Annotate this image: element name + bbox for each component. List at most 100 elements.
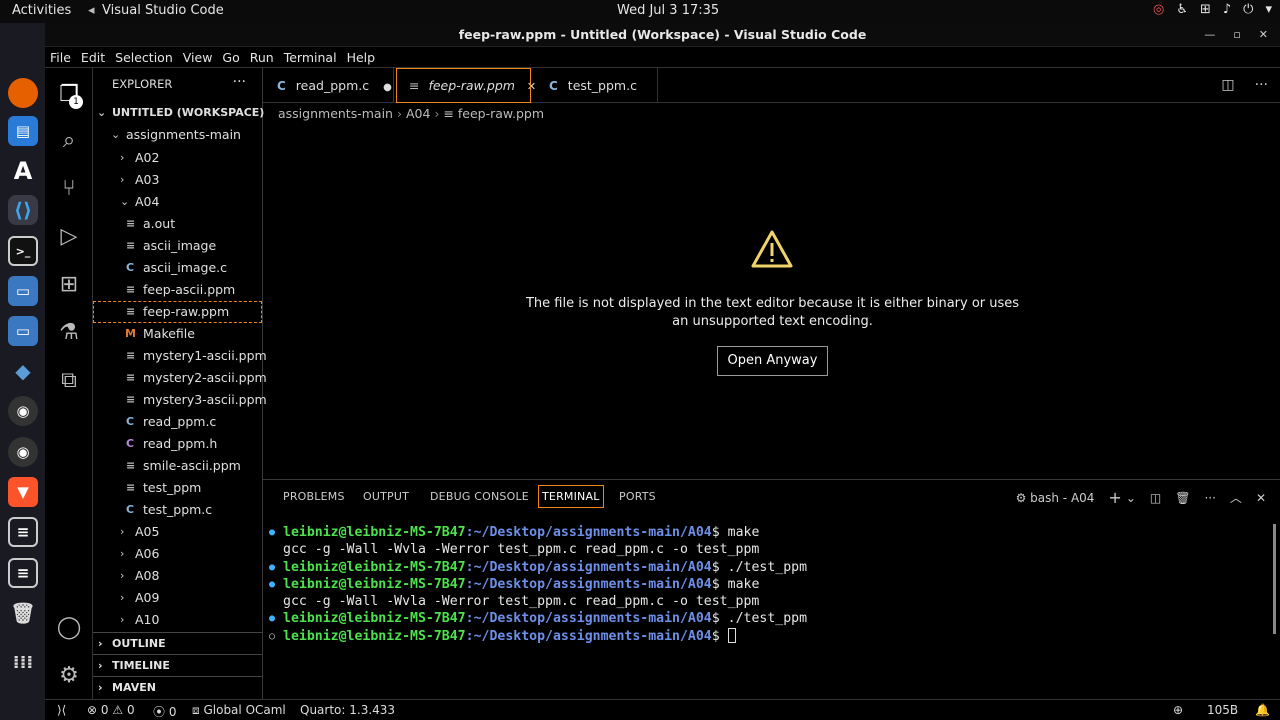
chevron-down-icon[interactable]: ▾	[1265, 2, 1272, 17]
breadcrumb-item[interactable]: A04	[406, 106, 430, 121]
tab-output[interactable]: OUTPUT	[363, 490, 409, 503]
outline-section[interactable]: › OUTLINE	[93, 632, 262, 654]
network-icon[interactable]: ⊞	[1200, 2, 1211, 17]
app-grid-icon[interactable]: ⁞⁞⁞	[8, 647, 38, 677]
vscode-icon[interactable]: ⟨⟩	[8, 195, 38, 225]
clock[interactable]: Wed Jul 3 17:35	[617, 3, 719, 18]
file-row[interactable]: Cascii_image.c	[93, 257, 262, 279]
menu-go[interactable]: Go	[222, 47, 245, 67]
tab-terminal[interactable]: TERMINAL	[538, 485, 604, 508]
file-row[interactable]: ≡ smile-ascii.ppm	[93, 455, 262, 477]
database-icon[interactable]: ≡	[8, 517, 38, 547]
file-size[interactable]: 105B	[1207, 703, 1238, 717]
tab-ports[interactable]: PORTS	[619, 490, 656, 503]
terminal-selector[interactable]: ⚙ bash - A04	[1016, 491, 1095, 505]
trash-icon[interactable]: 🗑	[1175, 491, 1190, 505]
database-icon-2[interactable]: ≡	[8, 558, 38, 588]
tab-feep-raw-ppm[interactable]: ≡ feep-raw.ppm ✕	[396, 68, 536, 103]
terminal-scrollbar[interactable]	[1273, 524, 1276, 634]
ocaml-switch[interactable]: ⧈ Global OCaml	[192, 703, 286, 718]
maximize-icon[interactable]: ▫	[1233, 23, 1240, 47]
folder-a06[interactable]: › A06	[93, 543, 262, 565]
screen-record-icon[interactable]: ◎	[1153, 2, 1164, 17]
open-anyway-button[interactable]: Open Anyway	[716, 346, 829, 376]
file-row[interactable]: M Makefile	[93, 323, 262, 345]
folder-a02[interactable]: › A02	[93, 147, 262, 169]
folder-a09[interactable]: › A09	[93, 587, 262, 609]
more-actions-icon[interactable]: ···	[1204, 491, 1215, 505]
terminal-icon[interactable]: >_	[8, 236, 38, 266]
problems-indicator[interactable]: ⊗ 0 ⚠ 0	[87, 703, 135, 717]
menu-run[interactable]: Run	[250, 47, 280, 67]
remote-explorer-icon[interactable]: ⧉	[55, 366, 83, 394]
firefox-icon[interactable]	[8, 78, 38, 108]
file-row[interactable]: ≡ feep-ascii.ppm	[93, 279, 262, 301]
workspace-section[interactable]: ⌄ UNTITLED (WORKSPACE)	[93, 102, 264, 124]
quarto-version[interactable]: Quarto: 1.3.433	[300, 703, 395, 717]
source-control-icon[interactable]: ⑂	[55, 174, 83, 202]
breadcrumb-item[interactable]: assignments-main	[278, 106, 393, 121]
close-icon[interactable]: ✕	[1259, 23, 1268, 47]
file-row[interactable]: ≡ test_ppm	[93, 477, 262, 499]
file-row-selected[interactable]: ≡ feep-raw.ppm	[93, 301, 262, 323]
close-panel-icon[interactable]: ✕	[1256, 491, 1266, 505]
run-debug-icon[interactable]: ▷	[55, 222, 83, 250]
menu-edit[interactable]: Edit	[81, 47, 111, 67]
menu-terminal[interactable]: Terminal	[284, 47, 343, 67]
split-editor-icon[interactable]: ◫	[1221, 77, 1234, 93]
notes-icon[interactable]: ▭	[8, 276, 38, 306]
more-actions-icon[interactable]: ···	[233, 74, 246, 90]
terminal-output[interactable]: ● leibniz@leibniz-MS-7B47:~/Desktop/assig…	[263, 524, 1263, 645]
chevron-down-icon[interactable]: ⌄	[1126, 491, 1136, 505]
folder-a10[interactable]: › A10	[93, 609, 262, 631]
maven-section[interactable]: › MAVEN	[93, 676, 262, 698]
app-menu[interactable]: Visual Studio Code	[102, 3, 224, 18]
account-icon[interactable]: ◯	[55, 613, 83, 641]
modified-dot-icon[interactable]: ●	[383, 82, 392, 93]
testing-icon[interactable]: ⚗	[55, 318, 83, 346]
tab-problems[interactable]: PROBLEMS	[283, 490, 345, 503]
obs-icon[interactable]: ◉	[8, 396, 38, 426]
extensions-icon[interactable]: ⊞	[55, 270, 83, 298]
file-row[interactable]: Cread_ppm.h	[93, 433, 262, 455]
file-row[interactable]: Cread_ppm.c	[93, 411, 262, 433]
file-row[interactable]: ≡ mystery3-ascii.ppm	[93, 389, 267, 411]
menu-help[interactable]: Help	[347, 47, 382, 67]
folder-a08[interactable]: › A08	[93, 565, 262, 587]
timeline-section[interactable]: › TIMELINE	[93, 654, 262, 676]
font-manager-icon[interactable]: A	[8, 156, 38, 186]
search-icon[interactable]: ⌕	[55, 126, 83, 154]
file-row[interactable]: ≡ mystery1-ascii.ppm	[93, 345, 267, 367]
remote-indicator-icon[interactable]: ⟩⟨	[57, 703, 66, 717]
menu-file[interactable]: File	[50, 47, 77, 67]
brave-icon[interactable]: ▼	[8, 477, 38, 507]
folder-a05[interactable]: › A05	[93, 521, 262, 543]
split-terminal-icon[interactable]: ◫	[1150, 491, 1161, 505]
system-tray[interactable]: ◎ ♿ ⊞ ♪ ⏻ ▾	[1153, 2, 1272, 17]
breadcrumb-item[interactable]: feep-raw.ppm	[458, 106, 544, 121]
libreoffice-writer-icon[interactable]: ▤	[8, 116, 38, 146]
folder-a03[interactable]: › A03	[93, 169, 262, 191]
new-terminal-icon[interactable]: +	[1108, 488, 1121, 507]
files-icon[interactable]: ▭	[8, 316, 38, 346]
volume-icon[interactable]: ♪	[1223, 2, 1231, 17]
notifications-icon[interactable]: 🔔	[1255, 703, 1270, 717]
power-icon[interactable]: ⏻	[1243, 2, 1253, 17]
folder-assignments-main[interactable]: ⌄ assignments-main	[93, 124, 262, 146]
obs-icon-2[interactable]: ◉	[8, 437, 38, 467]
trash-icon[interactable]: 🗑	[8, 598, 38, 628]
menu-selection[interactable]: Selection	[115, 47, 179, 67]
file-row[interactable]: ≡ ascii_image	[93, 235, 262, 257]
tab-debug-console[interactable]: DEBUG CONSOLE	[430, 490, 529, 503]
file-row[interactable]: ≡ a.out	[93, 213, 262, 235]
minimize-icon[interactable]: —	[1204, 23, 1215, 47]
accessibility-icon[interactable]: ♿	[1176, 2, 1188, 17]
file-row[interactable]: Ctest_ppm.c	[93, 499, 262, 521]
ports-indicator[interactable]: ⦿ 0	[153, 703, 176, 720]
menu-view[interactable]: View	[183, 47, 219, 67]
tab-read-ppm-c[interactable]: C read_ppm.c ●	[263, 68, 394, 103]
folder-a04[interactable]: ⌄ A04	[93, 191, 262, 213]
kdenlive-icon[interactable]: ◆	[8, 356, 38, 386]
file-row[interactable]: ≡ mystery2-ascii.ppm	[93, 367, 267, 389]
tab-test-ppm-c[interactable]: C test_ppm.c	[533, 68, 658, 103]
